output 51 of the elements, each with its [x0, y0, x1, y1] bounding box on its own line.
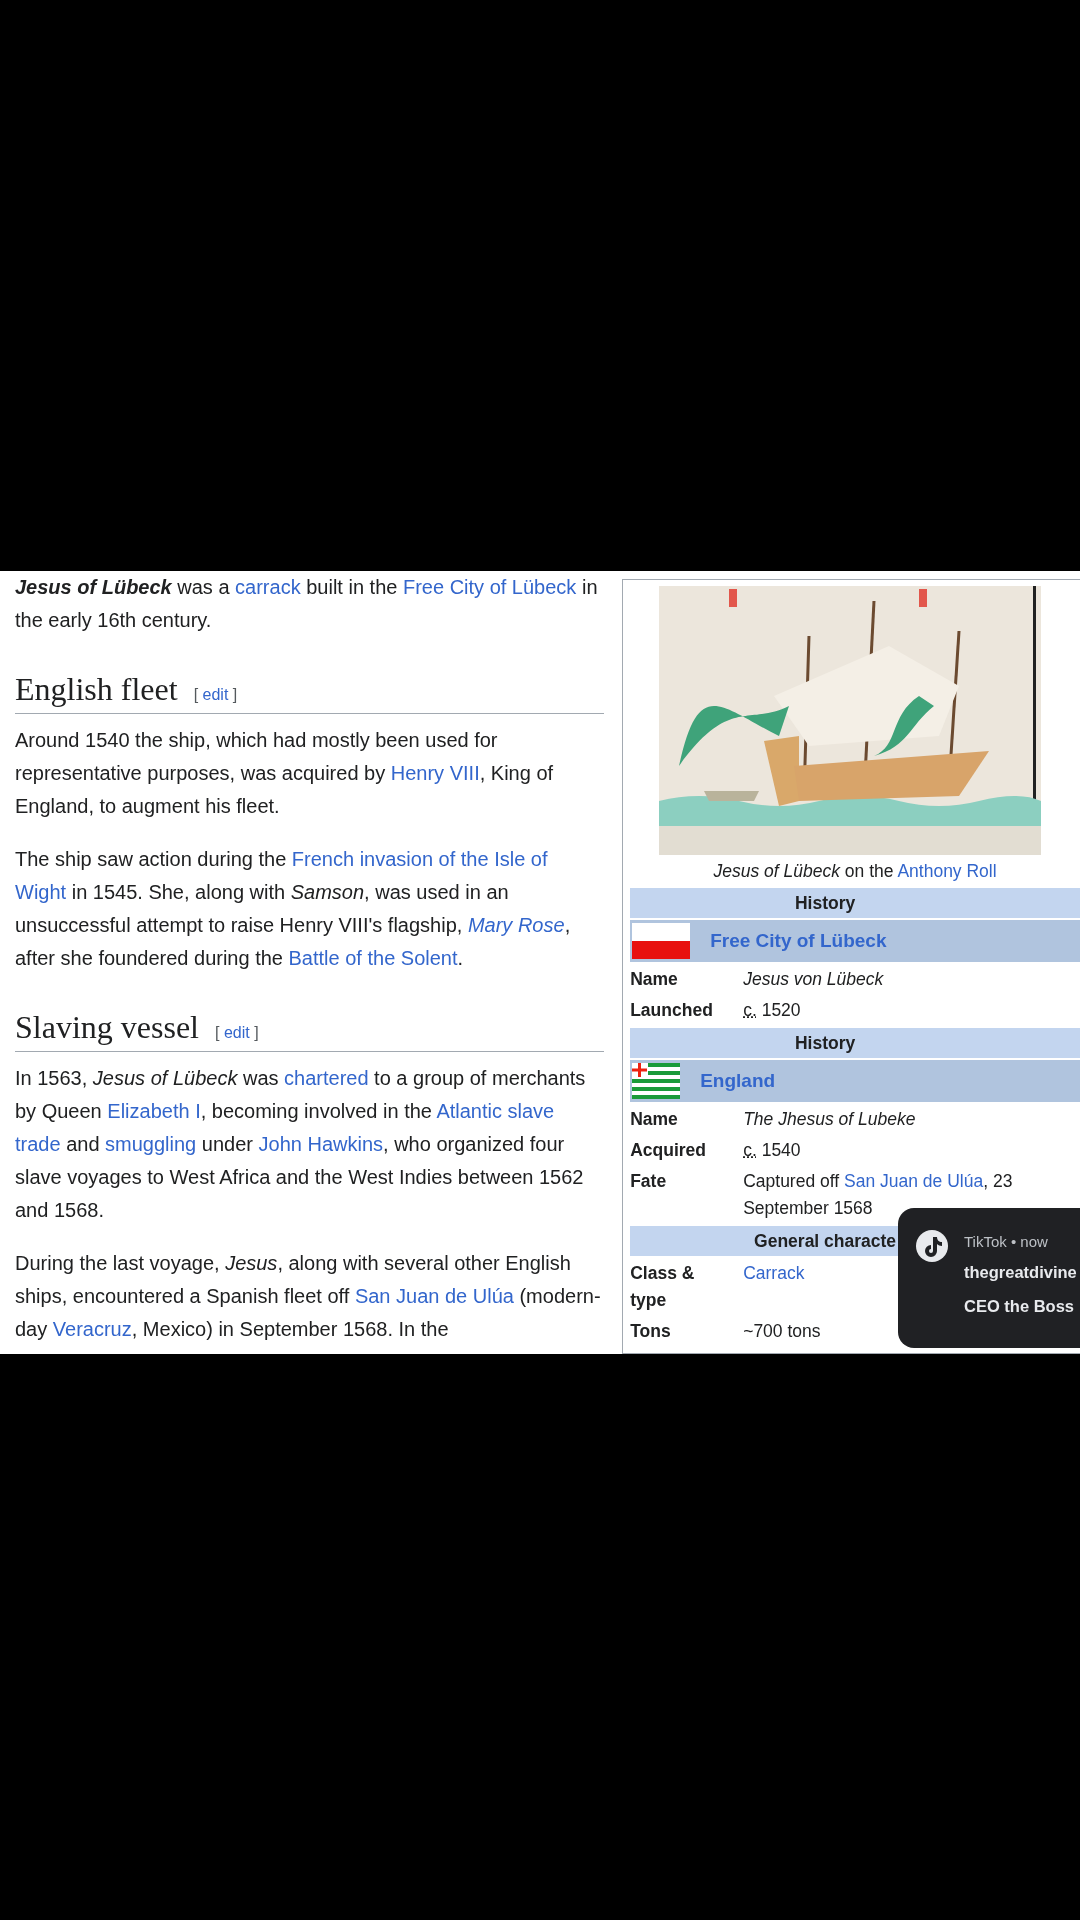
link[interactable]: French invasion of the Isle of	[291, 848, 548, 870]
notification-title: thegreatdivine	[964, 1262, 1077, 1283]
country-link[interactable]: Free City of Lübeck	[710, 930, 887, 952]
flag-icon	[632, 923, 691, 959]
link[interactable]: Free City of Lübeck	[402, 576, 577, 598]
link[interactable]: smuggling	[105, 1133, 197, 1155]
link[interactable]: Atlantic slave	[436, 1100, 555, 1122]
field-value: The Jhesus of Lubeke	[743, 1108, 916, 1131]
app-name: TikTok • now	[964, 1232, 1049, 1252]
notification-text: CEO the Boss	[964, 1296, 1076, 1317]
paragraph: During the last voyage, Jesus, along with several other English ships, encountered a Spanish fleet off San Juan de Ulúa (modern-day Veracruz, Mexico) in September 1568. In the	[15, 1251, 602, 1342]
link[interactable]: carrack	[235, 576, 301, 598]
link[interactable]: Battle of the Solent	[288, 947, 458, 969]
field-label: Name	[630, 1108, 679, 1131]
flag-icon	[632, 1063, 681, 1099]
paragraph: Around 1540 the ship, which had mostly been used for representative purposes, was acquired by Henry VIII, King of England, to augment his fleet.	[15, 728, 555, 819]
field-value: ~700 tons	[743, 1320, 821, 1343]
link[interactable]: Henry VIII	[390, 762, 480, 784]
image-caption: Jesus of Lübeck on the Anthony Roll	[712, 860, 998, 883]
section-header: History	[630, 888, 1080, 918]
edit-link[interactable]: [ edit ]	[215, 1016, 259, 1049]
link[interactable]: Carrack	[743, 1263, 805, 1283]
field-label: Name	[630, 968, 679, 991]
link[interactable]: Mary Rose	[467, 914, 565, 936]
link[interactable]: Anthony Roll	[897, 861, 997, 881]
link[interactable]: chartered	[284, 1067, 369, 1089]
music-note-icon	[916, 1230, 948, 1262]
field-label: Acquired	[630, 1139, 708, 1162]
field-value: Jesus von Lübeck	[743, 968, 884, 991]
paragraph: Jesus of Lübeck was a carrack built in the Free City of Lübeck in the early 16th century.	[15, 575, 599, 633]
paragraph: In 1563, Jesus of Lübeck was chartered to a group of merchants by Queen Elizabeth I, becoming involved in the Atlantic slave trade and smuggling under John Hawkins, who organized four slave voyages to West Africa and the West Indies between 1562 and 1568.	[15, 1066, 587, 1223]
link[interactable]: trade	[15, 1133, 61, 1155]
link[interactable]: John Hawkins	[258, 1133, 384, 1155]
field-label: Tons	[630, 1320, 672, 1343]
link[interactable]: Wight	[15, 881, 67, 903]
link[interactable]: San Juan de Ulúa	[354, 1285, 514, 1307]
section-heading: Slaving vessel	[15, 1008, 199, 1047]
country-link[interactable]: England	[700, 1070, 776, 1092]
field-label: Class & type	[630, 1262, 696, 1312]
edit-link[interactable]: [ edit ]	[193, 678, 238, 711]
field-label: Fate	[630, 1170, 668, 1193]
paragraph: The ship saw action during the French invasion of the Isle of Wight in 1545. She, along with Samson, was used in an unsuccessful attempt to raise Henry VIII's flagship, Mary Rose, after she foundered during the Battle of the Solent.	[15, 847, 572, 971]
link[interactable]: Elizabeth I	[107, 1100, 201, 1122]
field-value: c. 1540	[743, 1139, 801, 1162]
link[interactable]: San Juan de Ulúa	[844, 1171, 984, 1191]
section-heading: English fleet	[15, 670, 178, 709]
section-header: History	[630, 1028, 1080, 1058]
notification-card[interactable]: TikTok • now thegreatdivine CEO the Boss	[898, 1208, 1080, 1348]
field-label: Launched	[630, 999, 714, 1022]
link[interactable]: Veracruz	[52, 1318, 132, 1340]
field-value: c. 1520	[743, 999, 801, 1022]
